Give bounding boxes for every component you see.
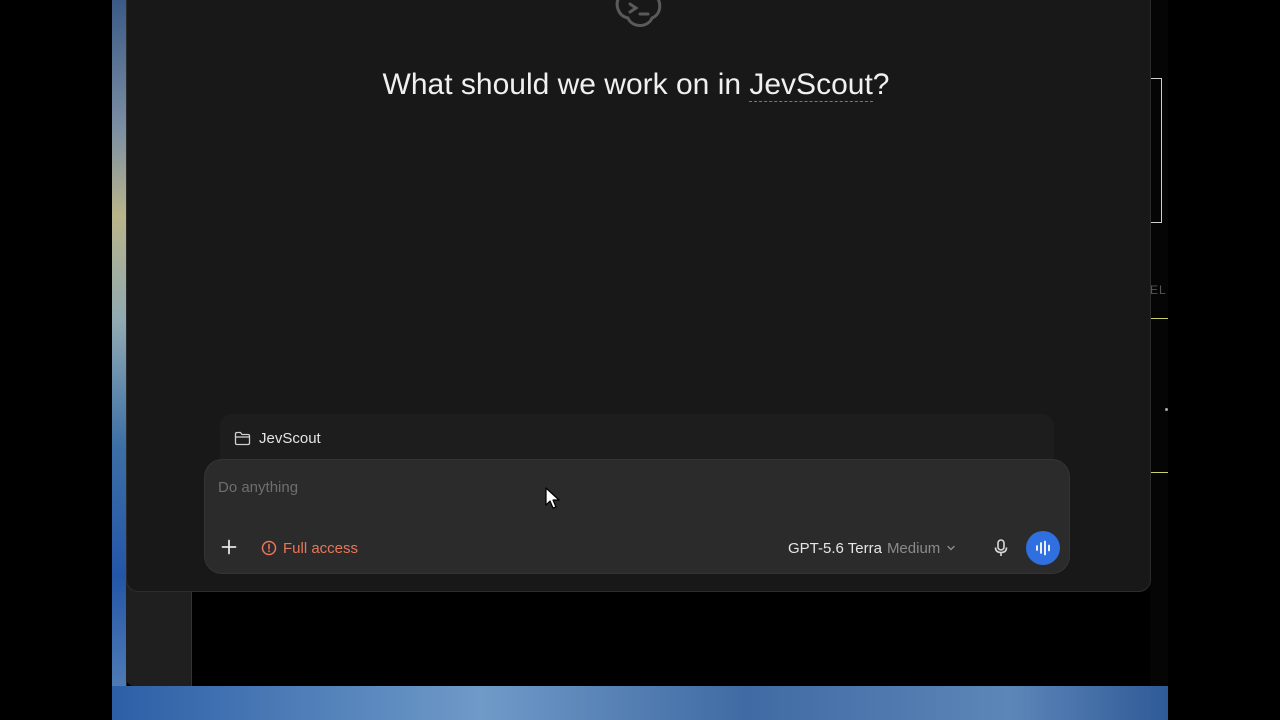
background-panel-dot	[1165, 408, 1168, 411]
model-effort: Medium	[886, 539, 941, 557]
prompt-input[interactable]	[218, 475, 1038, 499]
project-selector-label: JevScout	[259, 429, 321, 447]
background-panel-divider	[1150, 318, 1168, 319]
project-selector[interactable]: JevScout	[220, 414, 1054, 462]
voice-waveform-icon	[1036, 540, 1050, 556]
message-composer: Full access GPT-5.6 Terra Medium	[204, 459, 1070, 574]
background-panel-divider	[1150, 472, 1168, 473]
title-suffix: ?	[872, 68, 890, 101]
model-name: GPT-5.6 Terra	[788, 539, 882, 557]
title-project-link[interactable]: JevScout	[749, 68, 873, 102]
app-logo-icon	[615, 0, 662, 27]
add-attachment-button[interactable]	[218, 536, 240, 558]
desktop-wallpaper-bottom	[112, 686, 1168, 720]
access-mode-button[interactable]: Full access	[261, 537, 358, 559]
folder-icon	[234, 431, 251, 445]
model-selector[interactable]: GPT-5.6 Terra Medium	[788, 537, 956, 559]
access-mode-label: Full access	[283, 539, 359, 557]
alert-circle-icon	[261, 540, 277, 556]
chevron-down-icon	[947, 545, 955, 551]
background-panel-label: EL	[1150, 283, 1167, 297]
dictation-button[interactable]	[990, 537, 1012, 559]
page-title: What should we work on in JevScout?	[0, 68, 1272, 102]
microphone-icon	[994, 539, 1008, 556]
title-prefix: What should we work on in	[382, 68, 750, 101]
plus-icon	[221, 539, 237, 555]
voice-mode-button[interactable]	[1026, 531, 1060, 565]
desktop-wallpaper-left	[112, 0, 126, 720]
